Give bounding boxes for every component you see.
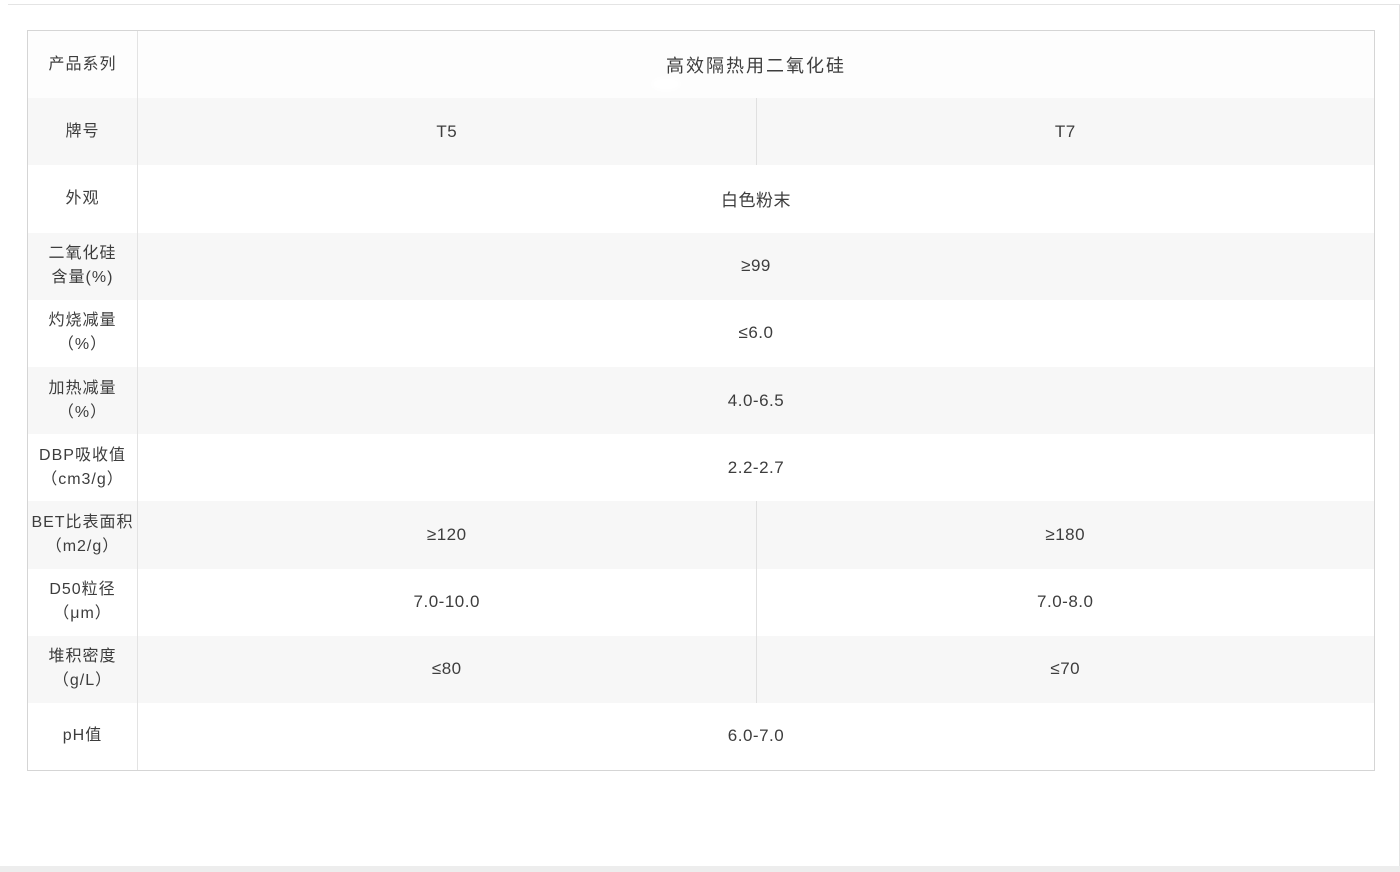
table-row: 牌号 T5 T7 [28,98,1374,165]
row-values: ≤80 ≤70 [138,636,1374,703]
value-cell: ≥99 [138,233,1374,300]
value-text: T5 [436,122,457,142]
row-label: 二氧化硅含量(%) [28,233,138,300]
row-values: 7.0-10.0 7.0-8.0 [138,569,1374,636]
row-label-line: 外观 [65,187,99,211]
page-top-border [8,4,1400,5]
row-label-line: pH值 [63,724,102,748]
row-label: pH值 [28,703,138,770]
row-label-line: BET比表面积 [31,511,133,535]
row-values: 2.2-2.7 [138,434,1374,501]
page-bottom-band [0,866,1400,872]
value-cell: ≥180 [756,501,1375,568]
row-values: 高效隔热用二氧化硅 [138,31,1374,98]
table-row: 灼烧减量（%） ≤6.0 [28,300,1374,367]
row-label-line: 二氧化硅 [48,242,116,266]
value-text: 高效隔热用二氧化硅 [666,52,846,78]
value-cell: 4.0-6.5 [138,367,1374,434]
value-cell: 2.2-2.7 [138,434,1374,501]
row-label-line: 含量(%) [52,266,114,290]
value-cell: T5 [138,98,756,165]
value-text: 2.2-2.7 [728,458,784,478]
value-text: ≥99 [741,256,771,276]
value-text: ≤80 [432,659,462,679]
page: 产品系列 高效隔热用二氧化硅牌号 T5 T7 外观 白色粉末二氧化硅含量(%) ≥99 灼烧减… [0,0,1400,872]
value-cell: 6.0-7.0 [138,703,1374,770]
spec-table: 产品系列 高效隔热用二氧化硅牌号 T5 T7 外观 白色粉末二氧化硅含量(%) ≥99 灼烧减… [27,30,1375,771]
table-row: D50粒径（μm） 7.0-10.0 7.0-8.0 [28,569,1374,636]
row-label-line: （%） [58,401,107,425]
value-cell: 7.0-10.0 [138,569,756,636]
row-label-line: （μm） [53,602,112,626]
row-label: 产品系列 [28,31,138,98]
table-row: 外观 白色粉末 [28,165,1374,232]
value-text: T7 [1055,122,1076,142]
table-row: 产品系列 高效隔热用二氧化硅 [28,31,1374,98]
value-cell: 高效隔热用二氧化硅 [138,31,1374,98]
row-label-line: 灼烧减量 [48,309,116,333]
row-values: ≥99 [138,233,1374,300]
row-values: 4.0-6.5 [138,367,1374,434]
table-row: DBP吸收值（cm3/g） 2.2-2.7 [28,434,1374,501]
row-label: 加热减量（%） [28,367,138,434]
value-cell: 7.0-8.0 [756,569,1375,636]
row-label-line: 产品系列 [48,53,116,77]
row-values: T5 T7 [138,98,1374,165]
row-values: 6.0-7.0 [138,703,1374,770]
row-label-line: DBP吸收值 [39,444,126,468]
row-values: ≤6.0 [138,300,1374,367]
row-label-line: D50粒径 [49,578,115,602]
table-row: 堆积密度（g/L） ≤80 ≤70 [28,636,1374,703]
row-label: DBP吸收值（cm3/g） [28,434,138,501]
row-label-line: （cm3/g） [41,468,124,492]
value-text: 7.0-8.0 [1037,592,1093,612]
row-label-line: 堆积密度 [48,645,116,669]
value-text: 6.0-7.0 [728,726,784,746]
row-values: ≥120 ≥180 [138,501,1374,568]
row-label-line: 加热减量 [48,377,116,401]
value-text: 4.0-6.5 [728,391,784,411]
row-label-line: 牌号 [65,120,99,144]
value-cell: ≤70 [756,636,1375,703]
value-text: ≥180 [1045,525,1085,545]
value-cell: ≤6.0 [138,300,1374,367]
row-label: D50粒径（μm） [28,569,138,636]
row-label: 堆积密度（g/L） [28,636,138,703]
value-text: 7.0-10.0 [414,592,480,612]
value-text: 白色粉末 [721,186,791,211]
row-label: 外观 [28,165,138,232]
row-label: 牌号 [28,98,138,165]
row-label-line: （m2/g） [46,535,120,559]
value-cell: T7 [756,98,1375,165]
row-label: 灼烧减量（%） [28,300,138,367]
table-row: 二氧化硅含量(%) ≥99 [28,233,1374,300]
value-text: ≤6.0 [739,323,774,343]
table-row: BET比表面积（m2/g） ≥120 ≥180 [28,501,1374,568]
table-row: 加热减量（%） 4.0-6.5 [28,367,1374,434]
value-cell: 白色粉末 [138,165,1374,232]
row-values: 白色粉末 [138,165,1374,232]
highlight-smudge [654,80,678,88]
value-text: ≥120 [427,525,467,545]
table-row: pH值 6.0-7.0 [28,703,1374,770]
value-text: ≤70 [1050,659,1080,679]
row-label-line: （%） [58,333,107,357]
row-label-line: （g/L） [53,669,112,693]
value-cell: ≤80 [138,636,756,703]
value-cell: ≥120 [138,501,756,568]
row-label: BET比表面积（m2/g） [28,501,138,568]
